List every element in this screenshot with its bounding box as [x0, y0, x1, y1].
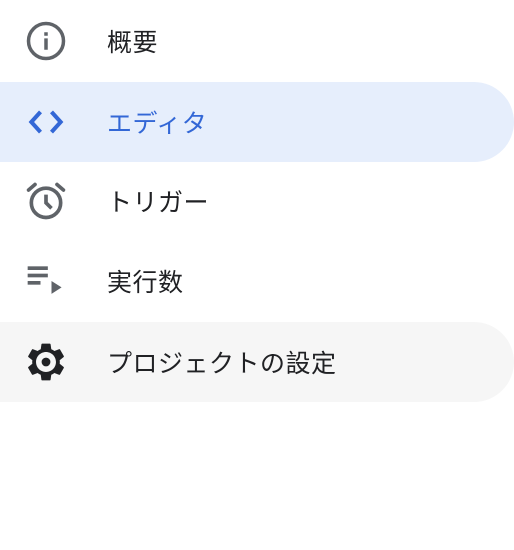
sidebar-item-project-settings[interactable]: プロジェクトの設定 [0, 322, 514, 402]
gear-icon [23, 339, 69, 385]
sidebar-item-label: 実行数 [107, 268, 184, 297]
playlist-play-icon [23, 258, 69, 304]
sidebar-nav: 概要 エディタ トリガー 実行数 プロジェクトの設定 [0, 0, 514, 550]
sidebar-item-label: エディタ [107, 109, 208, 138]
sidebar-item-label: 概要 [107, 28, 159, 57]
sidebar-item-label: プロジェクトの設定 [107, 349, 337, 378]
info-icon [23, 18, 69, 64]
sidebar-item-overview[interactable]: 概要 [0, 1, 514, 81]
sidebar-item-label: トリガー [107, 188, 210, 217]
sidebar-item-executions[interactable]: 実行数 [0, 241, 514, 321]
alarm-clock-icon [23, 178, 69, 224]
sidebar-item-editor[interactable]: エディタ [0, 82, 514, 162]
code-icon [23, 99, 69, 145]
sidebar-item-triggers[interactable]: トリガー [0, 161, 514, 241]
